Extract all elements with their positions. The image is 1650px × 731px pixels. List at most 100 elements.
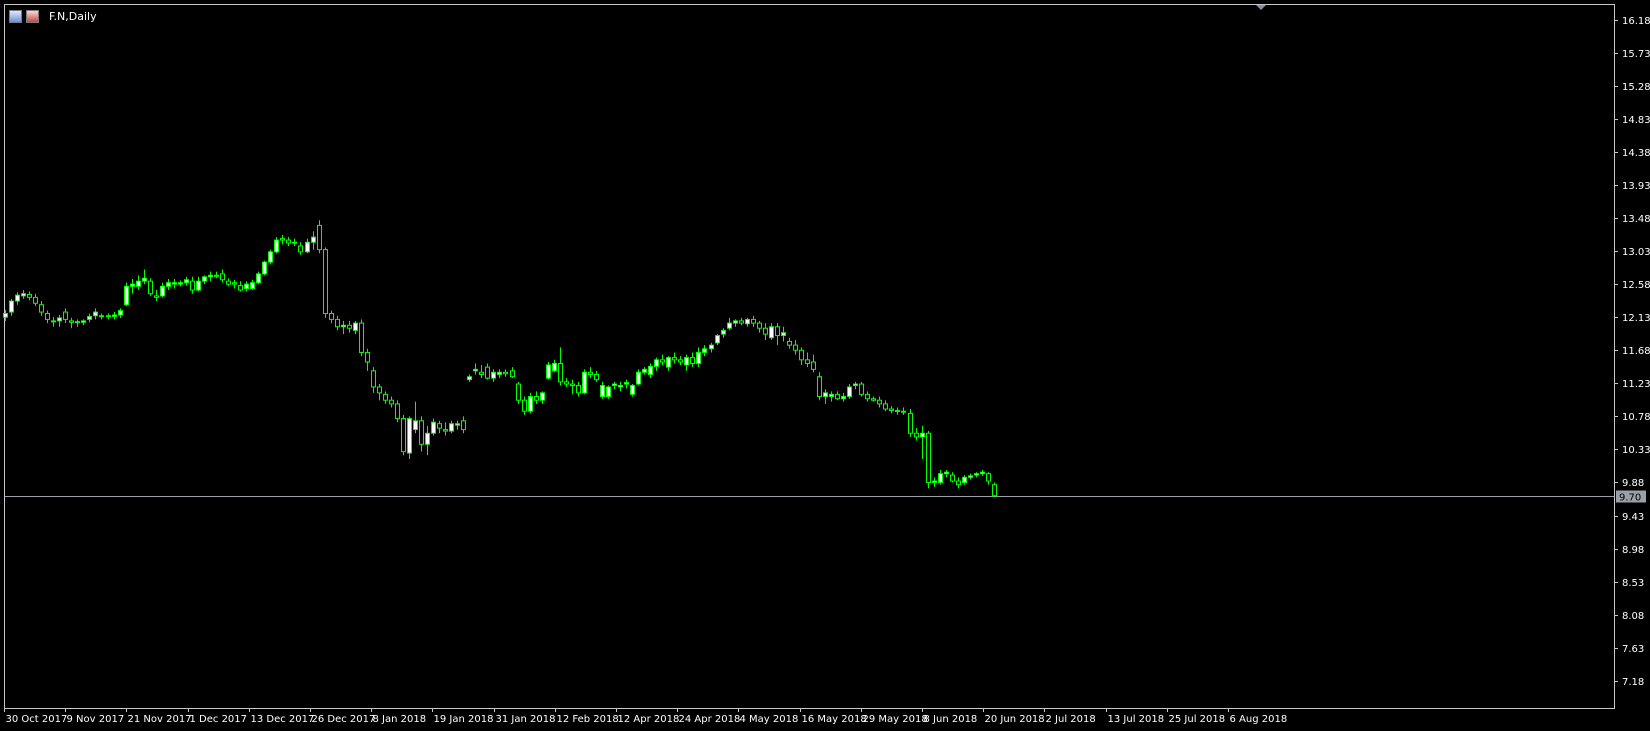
candle-body <box>672 357 677 361</box>
candle <box>666 356 671 371</box>
candle <box>232 279 237 289</box>
candle-body <box>250 282 255 290</box>
candle-body <box>528 396 533 412</box>
candle <box>172 279 177 289</box>
candle <box>371 367 376 393</box>
x-tick-label: 8 Jan 2018 <box>373 714 427 725</box>
candle <box>130 279 135 294</box>
candle <box>437 420 442 434</box>
candle-body <box>799 349 804 361</box>
candle <box>311 231 316 250</box>
candle <box>895 407 900 415</box>
candle <box>9 298 14 316</box>
y-tick-label: 7.63 <box>1622 644 1644 655</box>
candle <box>823 389 828 404</box>
candle <box>99 313 104 320</box>
candle <box>654 357 659 371</box>
candle-body <box>160 285 165 297</box>
candle-body <box>359 322 364 353</box>
x-tick-label: 19 Jan 2018 <box>434 714 494 725</box>
candle-body <box>371 370 376 388</box>
candle-body <box>636 371 641 385</box>
candle-body <box>118 310 123 316</box>
candle <box>497 369 502 379</box>
candle-body <box>262 261 267 275</box>
candle-body <box>93 311 98 317</box>
y-tick-label: 10.78 <box>1622 412 1650 423</box>
candle <box>588 367 593 379</box>
candle <box>280 234 285 245</box>
candle <box>817 372 822 401</box>
candle <box>757 320 762 333</box>
candle-body <box>895 409 900 412</box>
candle-body <box>883 403 888 410</box>
candle-body <box>914 432 919 438</box>
candle <box>630 384 635 397</box>
candle-body <box>793 344 798 351</box>
candle-body <box>172 282 177 285</box>
candle-body <box>467 376 472 381</box>
x-tick-label: 6 Aug 2018 <box>1230 714 1288 725</box>
candle-body <box>847 386 852 398</box>
x-tick-label: 1 Dec 2017 <box>190 714 248 725</box>
candle-body <box>715 335 720 344</box>
candle-body <box>202 276 207 282</box>
candle-body <box>576 385 581 394</box>
x-tick-label: 13 Dec 2017 <box>251 714 315 725</box>
x-tick-label: 2 Jul 2018 <box>1046 714 1096 725</box>
candle <box>853 381 858 390</box>
candle <box>962 475 967 485</box>
candle-body <box>286 239 291 244</box>
x-tick-label: 20 Jun 2018 <box>985 714 1045 725</box>
candle <box>401 414 406 456</box>
candle <box>208 271 213 282</box>
candle-body <box>648 365 653 375</box>
candle-body <box>51 320 56 323</box>
candle <box>33 293 38 307</box>
candle <box>805 352 810 368</box>
candle-body <box>353 322 358 331</box>
candle-body <box>739 320 744 324</box>
candle <box>889 406 894 414</box>
candle-body <box>311 236 316 243</box>
candle <box>124 282 129 307</box>
candle-body <box>787 340 792 346</box>
candle-body <box>124 285 129 306</box>
candle-body <box>660 359 665 363</box>
candle <box>431 418 436 436</box>
candle <box>485 363 490 380</box>
candle <box>425 425 430 456</box>
y-tick-label: 9.43 <box>1622 512 1644 523</box>
candle-body <box>142 277 147 282</box>
candle-body <box>341 324 346 328</box>
candle-body <box>709 344 714 350</box>
candle-body <box>305 241 310 253</box>
candle-body <box>745 318 750 325</box>
candle <box>877 396 882 408</box>
candle-body <box>220 273 225 281</box>
x-tick-label: 21 Nov 2017 <box>128 714 192 725</box>
candle-body <box>365 351 370 363</box>
candle <box>377 384 382 401</box>
candle <box>359 319 364 357</box>
y-tick-label: 8.08 <box>1622 611 1644 622</box>
x-tick-label: 29 May 2018 <box>863 714 928 725</box>
chart-window[interactable]: F.N,Daily 16.18 15.73 15.28 14.83 14.38 13.93… <box>0 0 1650 731</box>
candle-body <box>926 432 931 483</box>
candle-body <box>413 420 418 431</box>
candle <box>413 401 418 434</box>
candle-body <box>383 393 388 401</box>
candle-body <box>274 239 279 253</box>
candlestick-chart[interactable]: 16.18 15.73 15.28 14.83 14.38 13.93 13.48 13.03… <box>0 0 1650 731</box>
candle <box>467 374 472 382</box>
candle-body <box>335 318 340 328</box>
candle <box>745 317 750 327</box>
candle <box>262 260 267 276</box>
candle <box>317 220 322 254</box>
candle <box>582 369 587 395</box>
candle-body <box>75 321 80 324</box>
candle-body <box>45 313 50 320</box>
candle <box>618 381 623 392</box>
candle <box>57 314 62 327</box>
y-tick-label: 13.48 <box>1622 214 1650 225</box>
